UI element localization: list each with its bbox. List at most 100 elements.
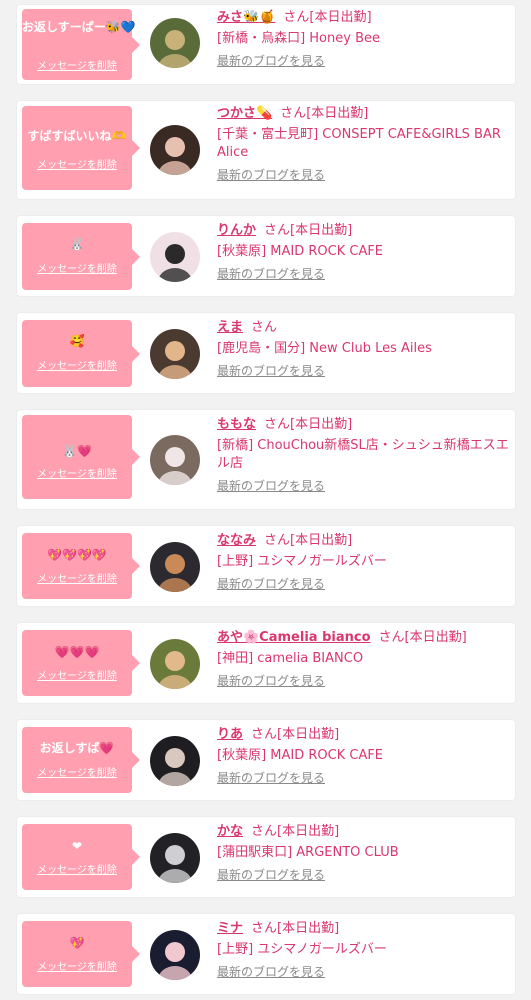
status-badge: [本日出勤] [290,417,353,432]
latest-blog-link[interactable]: 最新のブログを見る [217,364,325,378]
shop-name: [秋葉原] MAID ROCK CAFE [217,244,384,259]
avatar-photo [150,930,200,980]
message-text: 💗💗💗 [54,645,100,659]
status-badge: [本日出勤] [290,533,353,548]
shop-name: [蒲田駅東口] ARGENTO CLUB [217,845,399,860]
message-text: 🥰 [69,334,85,348]
message-bubble: 💖 メッセージを削除 [22,921,140,987]
message-text: 💖💖💖💖 [47,548,107,562]
status-badge: [本日出勤] [290,223,353,238]
cast-name-link[interactable]: りあ [217,727,243,742]
avatar[interactable] [150,639,200,689]
list-item: 💗💗💗 メッセージを削除 あや🌸Camelia bianco さん[本日出勤] [… [17,623,515,703]
delete-message-link[interactable]: メッセージを削除 [22,160,132,172]
avatar-photo [150,18,200,68]
latest-blog-link[interactable]: 最新のブログを見る [217,965,325,979]
avatar[interactable] [150,930,200,980]
delete-message-link[interactable]: メッセージを削除 [22,865,132,877]
latest-blog-link[interactable]: 最新のブログを見る [217,674,325,688]
san-label: さん [251,824,278,839]
list-item: ❤ メッセージを削除 かな さん[本日出勤] [蒲田駅東口] ARGENTO CL… [17,817,515,897]
san-label: さん [280,106,307,121]
delete-message-link[interactable]: メッセージを削除 [22,962,132,974]
list-item: お返しすーぱー🐝💙 メッセージを削除 みさ🐝🍯 さん[本日出勤] [新橋・烏森口]… [17,5,515,84]
san-label: さん [251,921,278,936]
status-badge: [本日出勤] [404,630,467,645]
status-badge: [本日出勤] [277,921,340,936]
message-text: ❤ [71,839,83,853]
delete-message-link[interactable]: メッセージを削除 [22,264,132,276]
shop-name: [秋葉原] MAID ROCK CAFE [217,748,384,763]
cast-name-link[interactable]: えま [217,320,243,335]
san-label: さん [264,533,291,548]
message-text: お返しすば💗 [39,741,115,755]
avatar[interactable] [150,833,200,883]
cast-name-link[interactable]: ななみ [217,533,256,548]
delete-message-link[interactable]: メッセージを削除 [22,768,132,780]
list-item: 🐰 メッセージを削除 りんか さん[本日出勤] [秋葉原] MAID ROCK C… [17,216,515,296]
message-bubble: 🐰 メッセージを削除 [22,223,140,290]
latest-blog-link[interactable]: 最新のブログを見る [217,54,325,68]
san-label: さん [264,417,291,432]
cast-name-link[interactable]: みさ🐝🍯 [217,10,275,25]
avatar[interactable] [150,18,200,68]
list-item: 💖 メッセージを削除 ミナ さん[本日出勤] [上野] ユシマノガールズバー 最新… [17,914,515,994]
cast-name-link[interactable]: あや🌸Camelia bianco [217,630,371,645]
avatar-photo [150,736,200,786]
avatar-photo [150,833,200,883]
status-badge: [本日出勤] [306,106,369,121]
message-bubble: 🥰 メッセージを削除 [22,320,140,387]
latest-blog-link[interactable]: 最新のブログを見る [217,479,325,493]
san-label: さん [283,10,310,25]
avatar[interactable] [150,232,200,282]
message-text: 🐰💗 [62,444,92,458]
list-item: すばすばいいね🫶 メッセージを削除 つかさ💊 さん[本日出勤] [千葉・富士見町]… [17,101,515,199]
delete-message-link[interactable]: メッセージを削除 [22,61,132,73]
avatar[interactable] [150,736,200,786]
avatar-photo [150,639,200,689]
message-bubble: すばすばいいね🫶 メッセージを削除 [22,106,140,190]
avatar[interactable] [150,125,200,175]
san-label: さん [251,320,278,335]
message-bubble: お返しすば💗 メッセージを削除 [22,727,140,793]
list-item: 🐰💗 メッセージを削除 ももな さん[本日出勤] [新橋] ChouChou新橋S… [17,410,515,509]
cast-name-link[interactable]: かな [217,824,243,839]
avatar[interactable] [150,435,200,485]
status-badge: [本日出勤] [277,824,340,839]
message-text: 🐰 [69,237,85,251]
latest-blog-link[interactable]: 最新のブログを見る [217,168,325,182]
cast-name-link[interactable]: ミナ [217,921,243,936]
avatar-photo [150,125,200,175]
latest-blog-link[interactable]: 最新のブログを見る [217,577,325,591]
status-badge: [本日出勤] [277,727,340,742]
shop-name: [千葉・富士見町] CONSEPT CAFE&GIRLS BAR Alice [217,127,501,160]
cast-name-link[interactable]: ももな [217,417,256,432]
message-text: お返しすーぱー🐝💙 [22,20,136,34]
shop-name: [上野] ユシマノガールズバー [217,942,387,957]
latest-blog-link[interactable]: 最新のブログを見る [217,868,325,882]
list-item: お返しすば💗 メッセージを削除 りあ さん[本日出勤] [秋葉原] MAID RO… [17,720,515,800]
message-bubble: 💗💗💗 メッセージを削除 [22,630,140,696]
cast-name-link[interactable]: りんか [217,223,256,238]
message-text: すばすばいいね🫶 [27,129,127,143]
delete-message-link[interactable]: メッセージを削除 [22,469,132,481]
avatar-photo [150,232,200,282]
delete-message-link[interactable]: メッセージを削除 [22,671,132,683]
avatar-photo [150,435,200,485]
message-bubble: ❤ メッセージを削除 [22,824,140,890]
shop-name: [新橋・烏森口] Honey Bee [217,31,380,46]
avatar[interactable] [150,542,200,592]
latest-blog-link[interactable]: 最新のブログを見る [217,771,325,785]
latest-blog-link[interactable]: 最新のブログを見る [217,267,325,281]
delete-message-link[interactable]: メッセージを削除 [22,361,132,373]
list-item: 🥰 メッセージを削除 えま さん [鹿児島・国分] New Club Les Ai… [17,313,515,393]
list-item: 💖💖💖💖 メッセージを削除 ななみ さん[本日出勤] [上野] ユシマノガールズバ… [17,526,515,606]
shop-name: [神田] camelia BIANCO [217,651,364,666]
delete-message-link[interactable]: メッセージを削除 [22,574,132,586]
avatar-photo [150,329,200,379]
message-bubble: 💖💖💖💖 メッセージを削除 [22,533,140,599]
cast-name-link[interactable]: つかさ💊 [217,106,272,121]
avatar[interactable] [150,329,200,379]
shop-name: [上野] ユシマノガールズバー [217,554,387,569]
avatar-photo [150,542,200,592]
